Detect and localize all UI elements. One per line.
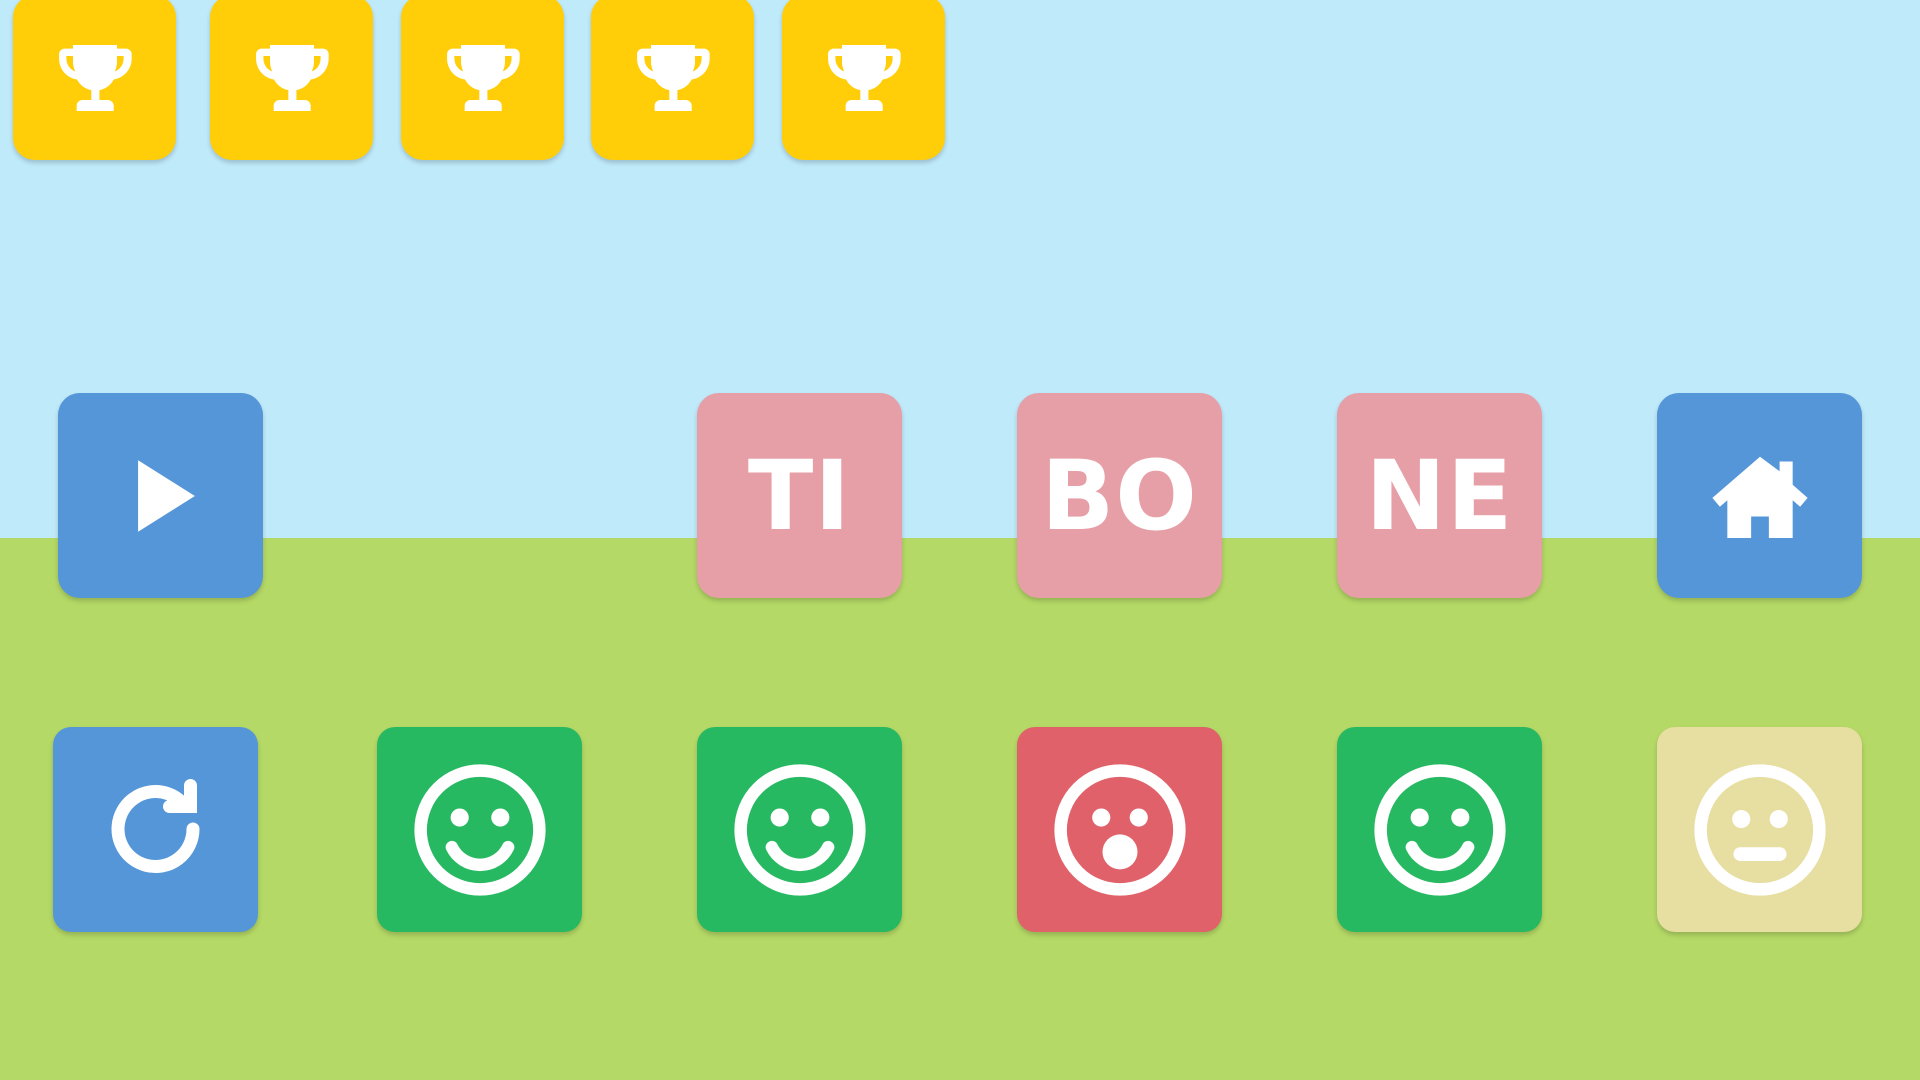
- trophy-icon: [51, 34, 139, 122]
- result-smile-3[interactable]: [1337, 727, 1542, 932]
- play-icon: [106, 441, 216, 551]
- trophy-icon: [629, 34, 717, 122]
- trophy-5[interactable]: [782, 0, 945, 160]
- smiley-surprised-icon: [1045, 755, 1195, 905]
- syllable-tile-ti[interactable]: TI: [697, 393, 902, 598]
- refresh-icon: [96, 770, 216, 890]
- smiley-happy-icon: [1365, 755, 1515, 905]
- result-smile-2[interactable]: [697, 727, 902, 932]
- result-surprised[interactable]: [1017, 727, 1222, 932]
- trophy-3[interactable]: [401, 0, 564, 160]
- syllable-tile-ne[interactable]: NE: [1337, 393, 1542, 598]
- play-button[interactable]: [58, 393, 263, 598]
- smiley-happy-icon: [405, 755, 555, 905]
- ground-background: [0, 538, 1920, 1080]
- syllable-label: NE: [1365, 439, 1514, 552]
- syllable-label: TI: [747, 439, 852, 552]
- trophy-4[interactable]: [591, 0, 754, 160]
- smiley-neutral-icon: [1685, 755, 1835, 905]
- trophy-1[interactable]: [13, 0, 176, 160]
- trophy-icon: [439, 34, 527, 122]
- smiley-happy-icon: [725, 755, 875, 905]
- replay-button[interactable]: [53, 727, 258, 932]
- syllable-label: BO: [1041, 439, 1198, 552]
- result-neutral[interactable]: [1657, 727, 1862, 932]
- trophy-icon: [248, 34, 336, 122]
- game-screen: TI BO NE: [0, 0, 1920, 1080]
- home-button[interactable]: [1657, 393, 1862, 598]
- trophy-icon: [820, 34, 908, 122]
- home-icon: [1704, 440, 1816, 552]
- trophy-2[interactable]: [210, 0, 373, 160]
- syllable-tile-bo[interactable]: BO: [1017, 393, 1222, 598]
- result-smile-1[interactable]: [377, 727, 582, 932]
